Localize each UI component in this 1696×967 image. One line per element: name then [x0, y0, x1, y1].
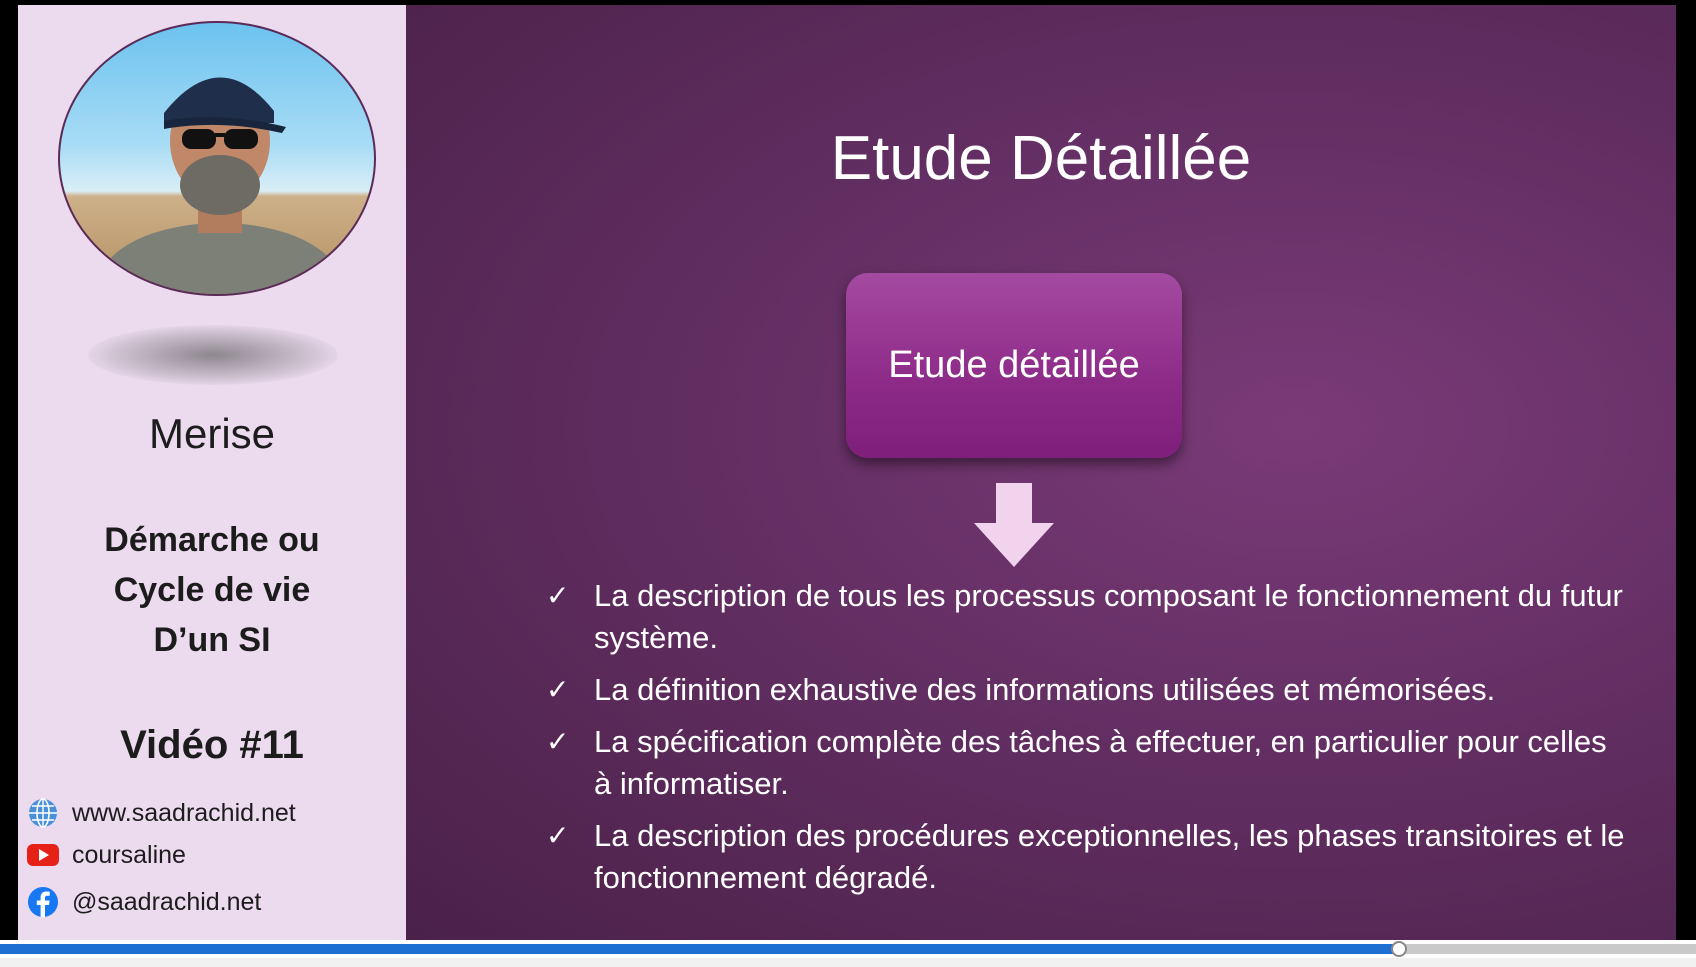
video-player[interactable]: Merise Démarche ou Cycle de vie D’un SI … — [0, 0, 1696, 967]
video-frame[interactable]: Merise Démarche ou Cycle de vie D’un SI … — [18, 5, 1676, 940]
down-arrow-icon — [974, 483, 1054, 567]
presenter-avatar — [58, 21, 376, 296]
globe-icon — [26, 796, 60, 830]
bullet-text: La définition exhaustive des information… — [594, 672, 1496, 707]
topic-title: Démarche ou Cycle de vie D’un SI — [18, 515, 406, 665]
bullet-text: La description des procédures exceptionn… — [594, 818, 1625, 895]
phase-box: Etude détaillée — [846, 273, 1182, 458]
website-link[interactable]: www.saadrachid.net — [26, 793, 296, 833]
bullet-text: La description de tous les processus com… — [594, 578, 1623, 655]
check-icon: ✓ — [546, 674, 570, 705]
presenter-photo — [100, 77, 340, 294]
topic-line: D’un SI — [153, 621, 271, 659]
youtube-link[interactable]: coursaline — [26, 835, 186, 875]
facebook-link-text: @saadrachid.net — [72, 887, 262, 916]
topic-line: Cycle de vie — [113, 571, 311, 609]
player-controls-strip — [0, 958, 1696, 967]
list-item: ✓ La définition exhaustive des informati… — [546, 669, 1626, 711]
facebook-link[interactable]: @saadrachid.net — [26, 882, 261, 922]
list-item: ✓ La description des procédures exceptio… — [546, 815, 1626, 899]
list-item: ✓ La description de tous les processus c… — [546, 575, 1626, 659]
progress-bar[interactable] — [0, 940, 1696, 967]
youtube-icon — [26, 838, 60, 872]
course-title: Merise — [148, 410, 276, 457]
check-icon: ✓ — [546, 580, 570, 611]
list-item: ✓ La spécification complète des tâches à… — [546, 721, 1626, 805]
bullet-list: ✓ La description de tous les processus c… — [546, 575, 1626, 909]
bullet-text: La spécification complète des tâches à e… — [594, 724, 1607, 801]
check-icon: ✓ — [546, 726, 570, 757]
website-link-text: www.saadrachid.net — [72, 798, 296, 827]
progress-handle[interactable] — [1391, 941, 1407, 957]
progress-fill — [0, 944, 1399, 954]
slide-title: Etude Détaillée — [830, 124, 1252, 193]
check-icon: ✓ — [546, 820, 570, 851]
video-number: Vidéo #11 — [120, 723, 304, 767]
facebook-icon — [26, 885, 60, 919]
youtube-link-text: coursaline — [72, 840, 186, 869]
avatar-shadow — [88, 325, 338, 385]
topic-line: Démarche ou — [104, 521, 320, 559]
presentation-slide: Etude Détaillée Etude détaillée ✓ La des… — [406, 5, 1676, 940]
presenter-sidebar: Merise Démarche ou Cycle de vie D’un SI … — [18, 5, 406, 940]
